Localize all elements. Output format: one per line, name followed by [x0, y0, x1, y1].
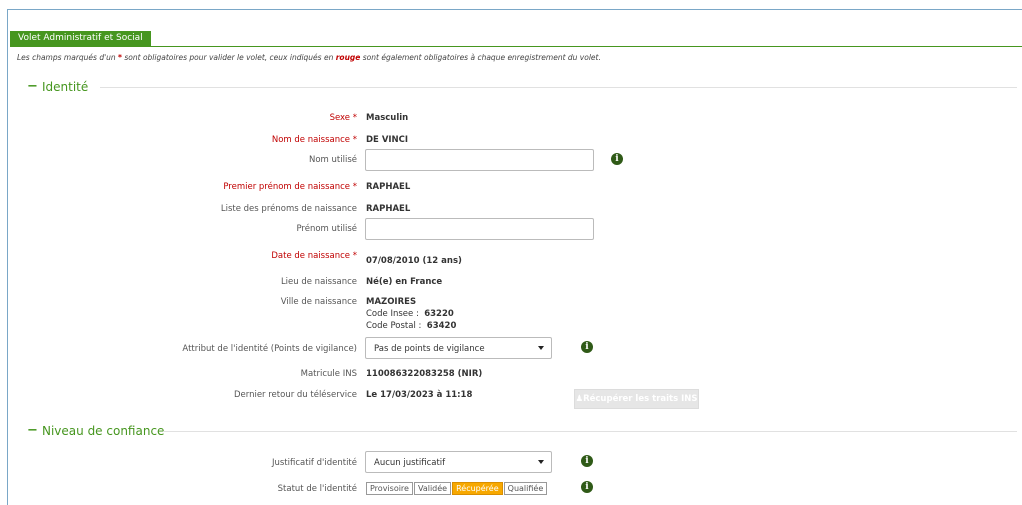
info-icon[interactable]: i — [581, 455, 593, 467]
section-divider — [163, 431, 1017, 432]
collapse-icon[interactable]: − — [27, 80, 39, 93]
nom-utilise-input[interactable] — [365, 149, 594, 171]
prenom-utilise-label: Prénom utilisé — [296, 224, 357, 234]
statut-label: Statut de l'identité — [277, 484, 357, 494]
section-title: Identité — [42, 80, 89, 94]
tab-volet-administratif[interactable]: Volet Administratif et Social — [10, 31, 151, 46]
premier-prenom-label: Premier prénom de naissance * — [223, 182, 357, 192]
section-identite[interactable]: − Identité — [27, 80, 88, 94]
liste-prenoms-value: RAPHAEL — [366, 204, 411, 214]
tab-underline — [10, 46, 1022, 47]
section-divider — [100, 87, 1017, 88]
code-postal: Code Postal : 63420 — [366, 321, 457, 331]
justificatif-label: Justificatif d'identité — [271, 458, 357, 468]
chevron-down-icon — [538, 346, 544, 350]
nom-naissance-label: Nom de naissance * — [271, 135, 357, 145]
info-icon[interactable]: i — [581, 341, 593, 353]
date-naissance-label: Date de naissance * — [271, 251, 357, 261]
premier-prenom-value: RAPHAEL — [366, 182, 411, 192]
ville-naissance-value: MAZOIRES — [366, 297, 417, 307]
code-insee: Code Insee : 63220 — [366, 309, 454, 319]
date-naissance-value: 07/08/2010 (12 ans) — [366, 256, 462, 266]
matricule-ins-label: Matricule INS — [300, 369, 357, 379]
nom-utilise-label: Nom utilisé — [308, 155, 357, 165]
section-niveau-confiance[interactable]: − Niveau de confiance — [27, 424, 164, 438]
sexe-label: Sexe * — [329, 113, 357, 123]
liste-prenoms-label: Liste des prénoms de naissance — [220, 204, 357, 214]
statut-option-recuperee[interactable]: Récupérée — [452, 482, 503, 495]
attribut-label: Attribut de l'identité (Points de vigila… — [182, 344, 357, 354]
dernier-retour-label: Dernier retour du téléservice — [233, 390, 357, 400]
matricule-ins-value: 110086322083258 (NIR) — [366, 369, 483, 379]
statut-option-validee[interactable]: Validée — [413, 482, 452, 495]
statut-segmented-control: Provisoire Validée Récupérée Qualifiée — [366, 482, 548, 495]
attribut-selected: Pas de points de vigilance — [374, 344, 485, 354]
prenom-utilise-input[interactable] — [365, 218, 594, 240]
user-icon: ♟ — [575, 394, 584, 404]
ville-naissance-label: Ville de naissance — [280, 297, 357, 307]
info-icon[interactable]: i — [611, 153, 623, 165]
section-title: Niveau de confiance — [42, 424, 165, 438]
info-icon[interactable]: i — [581, 481, 593, 493]
nom-naissance-value: DE VINCI — [366, 135, 409, 145]
dernier-retour-value: Le 17/03/2023 à 11:18 — [366, 390, 473, 400]
statut-option-qualifiee[interactable]: Qualifiée — [503, 482, 548, 495]
sexe-value: Masculin — [366, 113, 409, 123]
collapse-icon[interactable]: − — [27, 424, 39, 437]
statut-option-provisoire[interactable]: Provisoire — [366, 482, 413, 495]
lieu-naissance-label: Lieu de naissance — [280, 277, 357, 287]
recuperer-traits-ins-button[interactable]: ♟Récupérer les traits INS — [574, 389, 699, 409]
chevron-down-icon — [538, 460, 544, 464]
required-fields-notice: Les champs marqués d'un * sont obligatoi… — [17, 53, 601, 62]
justificatif-selected: Aucun justificatif — [374, 458, 446, 468]
lieu-naissance-value: Né(e) en France — [366, 277, 443, 287]
justificatif-select[interactable]: Aucun justificatif — [365, 451, 552, 473]
attribut-select[interactable]: Pas de points de vigilance — [365, 337, 552, 359]
